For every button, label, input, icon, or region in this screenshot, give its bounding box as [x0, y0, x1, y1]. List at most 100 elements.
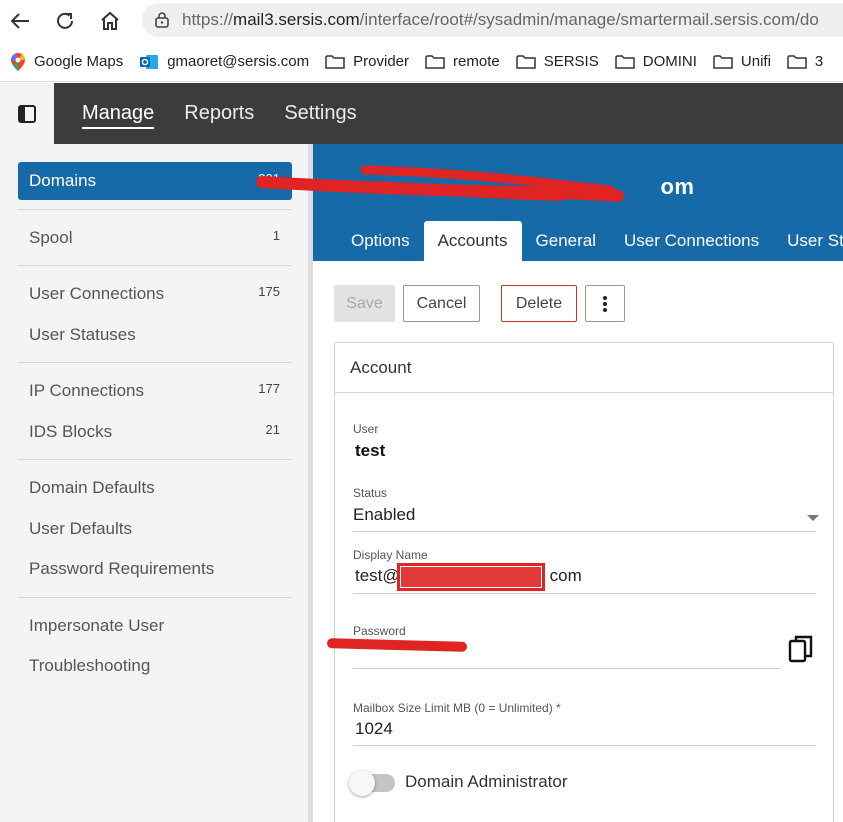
folder-icon	[515, 54, 536, 69]
bookmark-google-maps[interactable]: Google Maps	[10, 52, 123, 72]
nav-reports[interactable]: Reports	[184, 102, 254, 125]
password-label: Password	[353, 624, 406, 638]
mailbox-size-input[interactable]: 1024	[355, 719, 393, 739]
top-navigation: Manage Reports Settings	[54, 83, 843, 144]
bookmark-label: SERSIS	[543, 53, 599, 70]
divider	[18, 597, 292, 598]
user-value: test	[355, 441, 386, 460]
bookmarks-bar: Google Maps gmaoret@sersis.com Provider …	[0, 42, 843, 82]
folder-icon	[787, 54, 807, 69]
url-host: mail3.sersis.com	[233, 10, 360, 29]
sidebar-item-password-requirements[interactable]: Password Requirements	[18, 550, 292, 588]
bookmark-folder-domini[interactable]: DOMINI	[614, 53, 697, 70]
display-name-label: Display Name	[353, 548, 428, 562]
more-actions-button[interactable]	[585, 285, 625, 322]
count-badge: 21	[265, 422, 280, 437]
tab-general[interactable]: General	[522, 221, 610, 261]
domain-admin-toggle[interactable]	[349, 770, 395, 796]
sidebar-item-user-defaults[interactable]: User Defaults	[18, 510, 292, 548]
nav-manage[interactable]: Manage	[82, 102, 155, 129]
sidebar-item-ip-connections[interactable]: IP Connections 177	[18, 372, 292, 410]
browser-address-row: https://mail3.sersis.com/interface/root#…	[0, 0, 843, 42]
main-content: xxxxxxxxxxxxxxxxxxxxxom Options Accounts…	[313, 144, 843, 822]
sidebar-item-troubleshooting[interactable]: Troubleshooting	[18, 647, 292, 685]
password-redaction	[326, 638, 468, 652]
copy-icon	[788, 635, 813, 663]
sidebar-toggle-button[interactable]	[0, 83, 54, 144]
status-select[interactable]: Enabled	[353, 505, 415, 525]
home-button[interactable]	[95, 6, 125, 36]
password-underline	[353, 668, 781, 669]
bookmark-label: gmaoret@sersis.com	[167, 53, 310, 70]
nav-settings[interactable]: Settings	[284, 102, 356, 125]
sidebar-item-label: Domain Defaults	[29, 478, 155, 497]
bookmark-label: remote	[453, 53, 500, 70]
sidebar-item-label: User Defaults	[29, 519, 132, 538]
tab-accounts[interactable]: Accounts	[423, 221, 522, 261]
url-protocol: https://	[182, 10, 234, 29]
chevron-down-icon[interactable]	[807, 515, 819, 521]
bookmark-folder-3[interactable]: 3	[787, 53, 823, 70]
bookmark-folder-unifi[interactable]: Unifi	[713, 53, 771, 70]
bookmark-label: Unifi	[740, 53, 771, 70]
mailbox-size-underline	[353, 745, 816, 746]
address-bar[interactable]: https://mail3.sersis.com/interface/root#…	[142, 3, 843, 37]
bookmark-outlook[interactable]: gmaoret@sersis.com	[139, 53, 309, 71]
display-name-prefix: test@	[355, 566, 400, 585]
save-button[interactable]: Save	[334, 285, 395, 322]
sidebar-item-label: Password Requirements	[29, 559, 215, 578]
divider	[18, 362, 292, 363]
account-card: Account User test Status Enabled Display…	[326, 342, 834, 822]
sidebar-item-label: Domains	[29, 171, 97, 190]
status-label: Status	[353, 486, 388, 500]
count-badge: 1	[272, 228, 280, 243]
bookmark-folder-provider[interactable]: Provider	[325, 53, 409, 70]
sidebar-item-user-statuses[interactable]: User Statuses	[18, 316, 292, 354]
bookmark-label: 3	[814, 53, 824, 70]
domain-title: xxxxxxxxxxxxxxxxxxxxxom	[393, 174, 694, 200]
home-icon	[101, 11, 119, 30]
back-button[interactable]	[5, 6, 35, 36]
status-underline	[353, 531, 816, 532]
tab-user-statuses[interactable]: User St	[773, 221, 843, 261]
count-badge: 177	[258, 381, 280, 396]
reload-icon	[57, 12, 73, 29]
site-info-icon[interactable]	[152, 10, 172, 30]
reload-button[interactable]	[50, 6, 80, 36]
google-maps-icon	[11, 52, 26, 71]
sidebar-item-label: Troubleshooting	[29, 656, 151, 675]
sidebar-item-ids-blocks[interactable]: IDS Blocks 21	[18, 413, 292, 451]
bookmark-folder-remote[interactable]: remote	[425, 53, 500, 70]
display-name-underline	[353, 593, 816, 594]
copy-password-button[interactable]	[788, 634, 814, 669]
sidebar-item-spool[interactable]: Spool 1	[18, 219, 292, 257]
sidebar-panel-icon	[18, 104, 36, 123]
sidebar-item-label: User Statuses	[29, 325, 136, 344]
display-name-suffix: com	[549, 566, 582, 585]
more-vertical-icon	[603, 295, 607, 312]
sidebar-item-label: IP Connections	[29, 381, 144, 400]
sidebar-item-impersonate-user[interactable]: Impersonate User	[18, 607, 292, 645]
bookmark-label: Google Maps	[34, 53, 124, 70]
folder-icon	[425, 54, 445, 69]
bookmark-label: Provider	[353, 53, 410, 70]
redaction-fill	[401, 567, 541, 587]
toggle-knob	[349, 770, 375, 796]
folder-icon	[713, 54, 733, 69]
tab-options[interactable]: Options	[313, 221, 424, 261]
card-title: Account	[335, 343, 833, 393]
sidebar-item-label: Impersonate User	[29, 616, 165, 635]
sidebar-item-domains[interactable]: Domains 201	[18, 162, 292, 200]
cancel-button[interactable]: Cancel	[403, 285, 480, 322]
sidebar: Domains 201 Spool 1 User Connections 175…	[0, 144, 310, 822]
divider	[18, 459, 292, 460]
folder-icon	[325, 54, 345, 69]
bookmark-folder-sersis[interactable]: SERSIS	[515, 53, 599, 70]
delete-button[interactable]: Delete	[501, 285, 577, 322]
tab-user-connections[interactable]: User Connections	[610, 221, 773, 261]
domain-tabs: Options Accounts General User Connection…	[313, 221, 843, 261]
sidebar-item-user-connections[interactable]: User Connections 175	[18, 275, 292, 313]
sidebar-item-label: User Connections	[29, 284, 165, 303]
divider	[18, 265, 292, 266]
sidebar-item-domain-defaults[interactable]: Domain Defaults	[18, 469, 292, 507]
